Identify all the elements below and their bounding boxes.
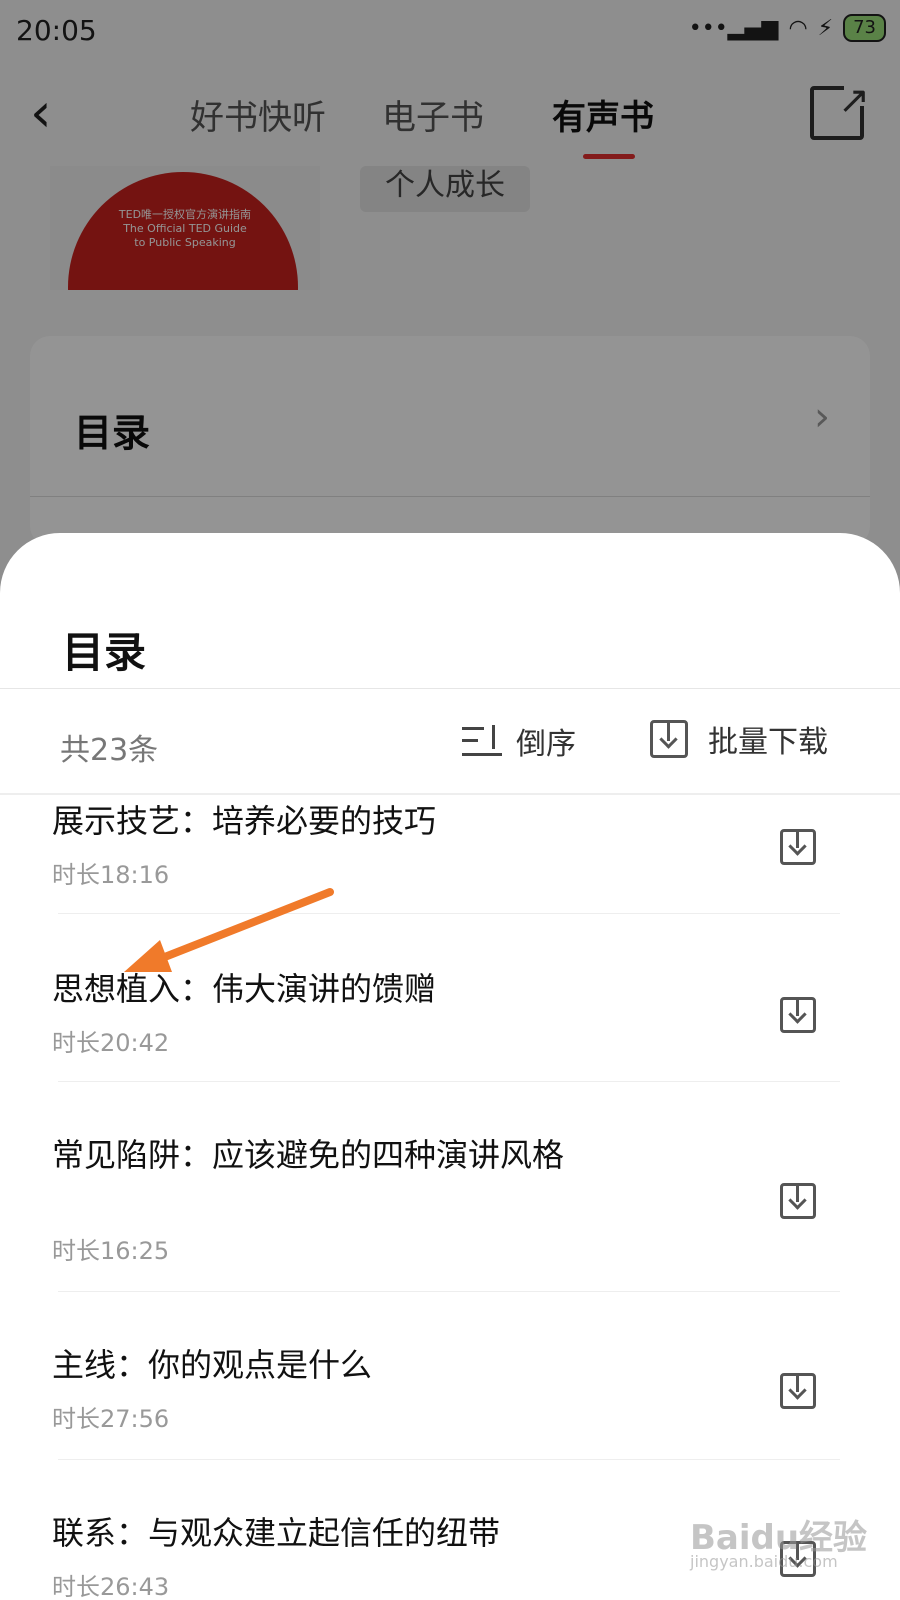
annotation-arrow-icon xyxy=(124,888,334,972)
watermark-url: jingyan.baidu.com xyxy=(690,1552,838,1571)
annotation-arrow-layer xyxy=(124,888,334,972)
